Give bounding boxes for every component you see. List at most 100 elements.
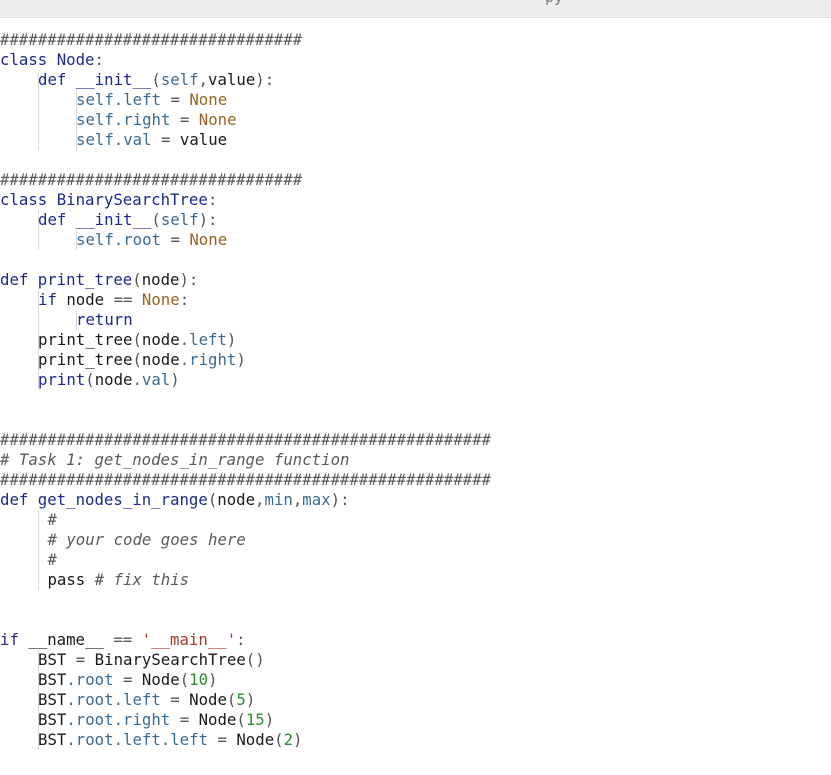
code-token: self [160,70,199,89]
code-line: if node == None: [38,290,189,310]
code-line: ################################ [0,170,302,190]
code-token: == [113,290,133,309]
code-token: ( [151,70,161,89]
code-line: self.right = None [76,110,237,130]
indent-guide [38,290,39,390]
code-line: return [76,310,133,330]
code-token: , [292,490,303,509]
code-token: node [141,270,180,289]
code-line: # [38,550,57,570]
code-line: ########################################… [0,470,491,490]
code-line: ########################################… [0,430,491,450]
code-token: = [151,130,180,149]
code-token: BST [38,730,67,749]
code-token: ): [255,70,275,89]
code-token: # [47,550,57,569]
code-line: if __name__ == '__main__': [0,630,246,650]
code-token: '__main__' [141,630,237,649]
indent-guide [38,210,39,250]
code-editor[interactable]: ################################ class No… [0,30,831,759]
code-token: .root.right [66,710,171,729]
code-token: # Task 1: get_nodes_in_range function [0,450,350,469]
code-line: ################################ [0,30,302,50]
code-token: get_nodes_in_range [37,490,208,509]
code-token: ########################################… [0,470,492,489]
code-token: .left [179,330,227,349]
code-token: BST [38,710,67,729]
code-token: 10 [189,670,209,689]
code-token: BST [38,650,76,669]
code-token: value [179,130,228,149]
code-token: class [0,190,48,209]
code-line: # Task 1: get_nodes_in_range function [0,450,349,470]
code-line: self.left = None [76,90,227,110]
indent-guide [38,510,39,590]
code-line: BST.root.left = Node(5) [38,690,255,710]
code-token: self [76,90,114,109]
code-token: ( [226,690,237,709]
code-token: Node [189,690,227,709]
code-token: 2 [283,730,294,749]
code-token: def [38,210,67,229]
code-token: # fix this [94,570,190,589]
code-token: : [207,190,218,209]
code-line: # [38,510,57,530]
code-token: = [161,230,190,249]
code-token: .root.left [66,690,161,709]
indent-guide [38,70,39,150]
code-token: () [245,650,265,669]
code-token: Node [56,50,95,69]
code-token: ( [274,730,284,749]
code-token: print_tree [38,350,133,369]
code-line: self.root = None [76,230,227,250]
code-token: .val [132,370,171,389]
code-token: ################################ [0,30,303,49]
code-token: __name__ [18,630,114,649]
code-token: node [94,370,133,389]
code-token: : [94,50,104,69]
code-line: def __init__(self,value): [38,70,274,90]
indent-guide [38,650,39,750]
code-token: ) [245,690,256,709]
code-token: def [0,270,29,289]
code-token: print_tree [37,270,133,289]
code-token: ########################################… [0,430,492,449]
code-token: ): [330,490,350,509]
code-token: ( [151,210,161,229]
code-token: = [170,110,199,129]
code-line: class BinarySearchTree: [0,190,217,210]
window-title-fragment: py [545,0,563,6]
code-token: Node [141,670,180,689]
code-token: def [38,70,67,89]
code-token: self [76,110,114,129]
code-token: = [208,730,237,749]
code-token: BST [38,690,67,709]
code-token: = [113,670,142,689]
code-token: class [0,50,48,69]
code-token: ) [264,710,275,729]
code-line: def print_tree(node): [0,270,198,290]
window-title-bar: py [0,0,831,18]
code-token: # your code goes here [47,530,246,549]
code-token: = [160,690,190,709]
code-token: .val [113,130,152,149]
indent-guide [76,310,77,330]
code-token: max [302,490,331,509]
code-token: print [38,370,86,389]
code-token: pass [38,570,95,589]
code-token: def [0,490,29,509]
code-token: : [179,290,190,309]
code-token: node [141,330,180,349]
code-token: __init__ [75,70,152,89]
code-token: ): [198,210,218,229]
code-token: ( [236,710,246,729]
code-token: ( [85,370,95,389]
code-token: # [47,510,57,529]
code-line: BST.root = Node(10) [38,670,218,690]
code-token: if [38,290,57,309]
